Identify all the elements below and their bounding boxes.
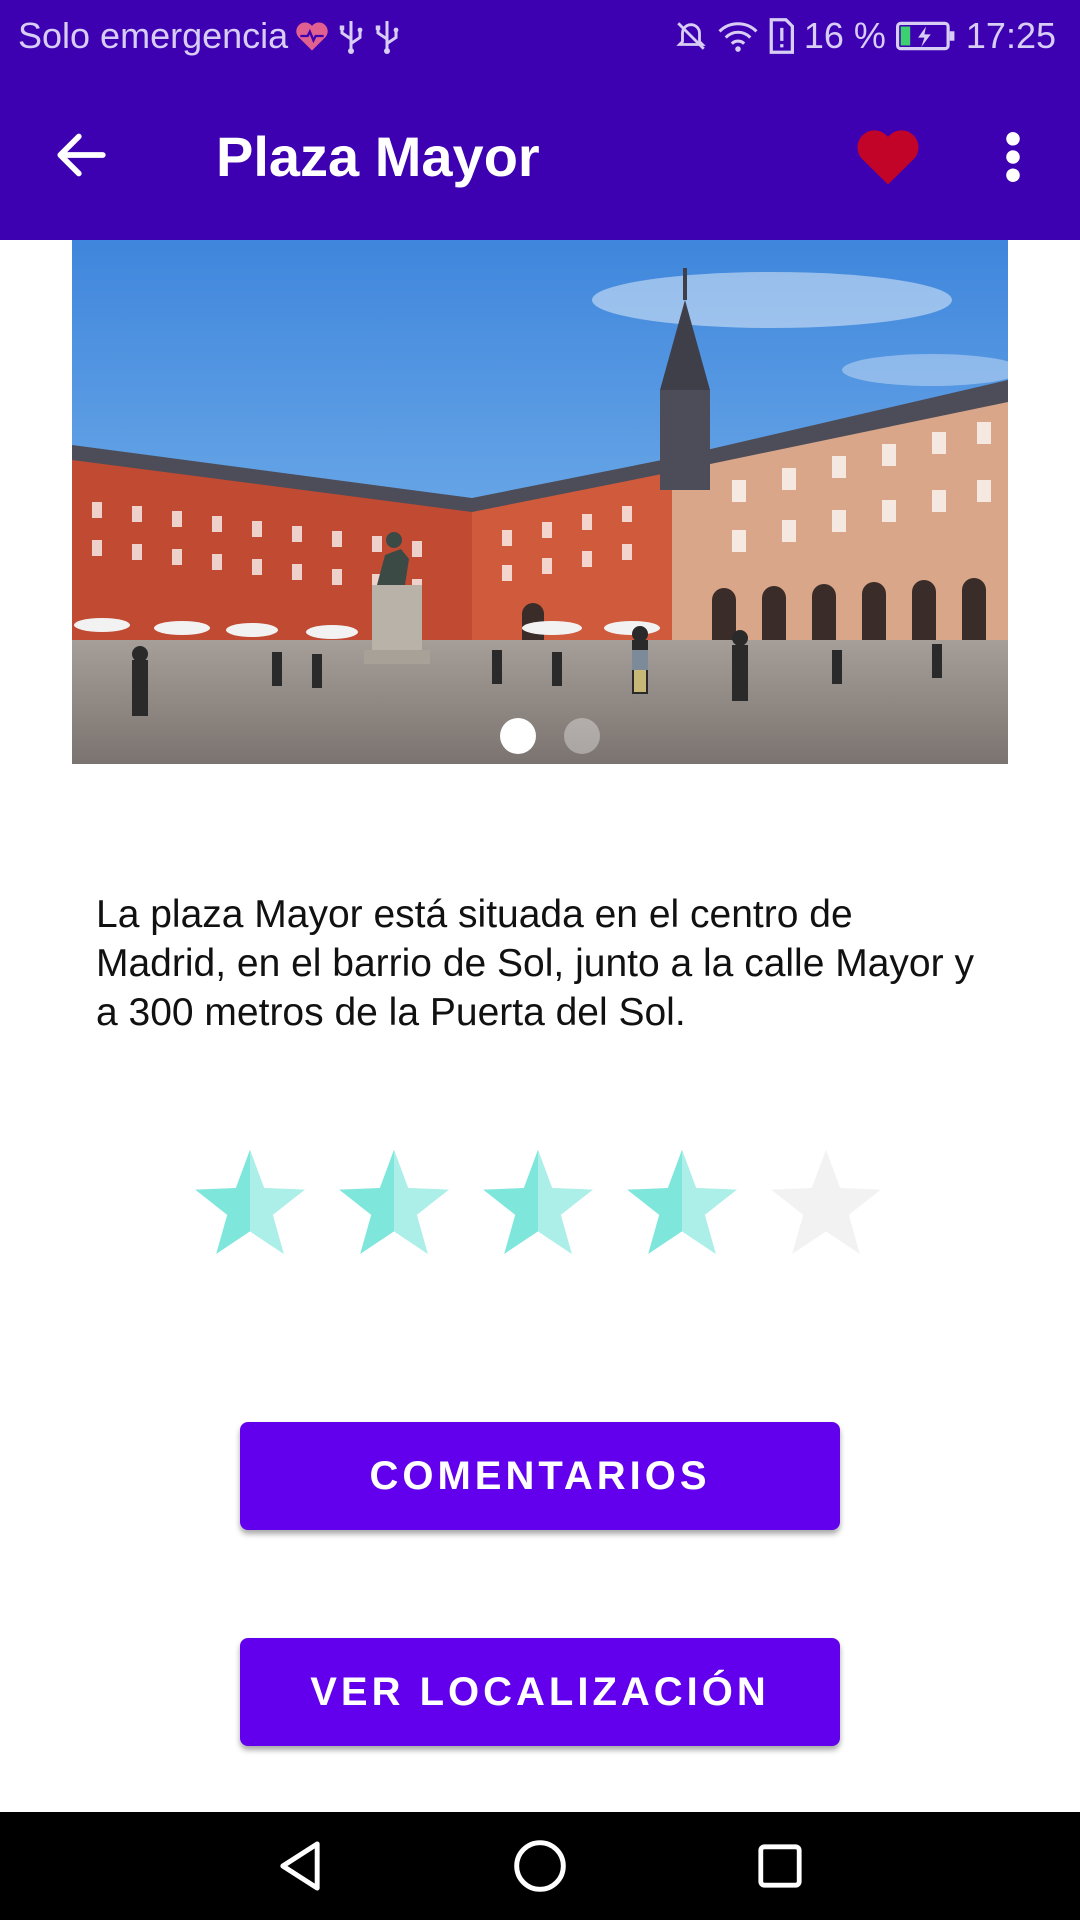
back-button[interactable]	[44, 122, 118, 192]
image-carousel[interactable]	[72, 240, 1008, 764]
mute-icon	[674, 18, 708, 54]
carousel-dot[interactable]	[564, 718, 600, 754]
alert-sim-icon	[768, 18, 794, 54]
view-location-button[interactable]: VER LOCALIZACIÓN	[240, 1638, 840, 1746]
system-nav-bar	[0, 1812, 1080, 1920]
comments-button[interactable]: COMENTARIOS	[240, 1422, 840, 1530]
wifi-icon	[718, 18, 758, 54]
nav-home-button[interactable]	[508, 1836, 572, 1900]
usb-icon	[336, 18, 366, 54]
status-bar: Solo emergencia 16 % 17:25	[0, 0, 1080, 74]
arrow-back-icon	[54, 131, 108, 184]
star-empty-icon[interactable]	[766, 1145, 886, 1265]
place-description: La plaza Mayor está situada en el centro…	[96, 893, 974, 1034]
heart-icon	[855, 128, 921, 191]
battery-charging-icon	[895, 20, 956, 52]
battery-percent: 16 %	[803, 15, 886, 56]
nav-recents-button[interactable]	[748, 1836, 812, 1900]
carousel-dot-active[interactable]	[500, 718, 536, 754]
clock-text: 17:25	[965, 15, 1056, 56]
more-options-button[interactable]	[988, 124, 1038, 194]
favorite-button[interactable]	[852, 124, 924, 194]
star-filled-icon[interactable]	[334, 1145, 454, 1265]
nav-back-button[interactable]	[268, 1836, 332, 1900]
heart-pulse-icon	[294, 20, 330, 52]
star-filled-icon[interactable]	[622, 1145, 742, 1265]
rating-bar[interactable]	[190, 1145, 886, 1265]
square-recents-icon	[756, 1842, 804, 1895]
status-right: 16 % 17:25	[674, 15, 1056, 57]
star-filled-icon[interactable]	[478, 1145, 598, 1265]
circle-home-icon	[513, 1839, 567, 1898]
page-title: Plaza Mayor	[216, 125, 540, 188]
star-filled-icon[interactable]	[190, 1145, 310, 1265]
app-bar: Plaza Mayor	[0, 74, 1080, 240]
usb-icon	[372, 18, 402, 54]
carousel-indicator	[72, 718, 1008, 754]
plaza-photo	[72, 240, 1008, 764]
status-left: Solo emergencia	[18, 15, 402, 57]
triangle-back-icon	[275, 1839, 325, 1898]
carrier-text: Solo emergencia	[18, 15, 289, 56]
more-vert-icon	[1005, 131, 1021, 188]
